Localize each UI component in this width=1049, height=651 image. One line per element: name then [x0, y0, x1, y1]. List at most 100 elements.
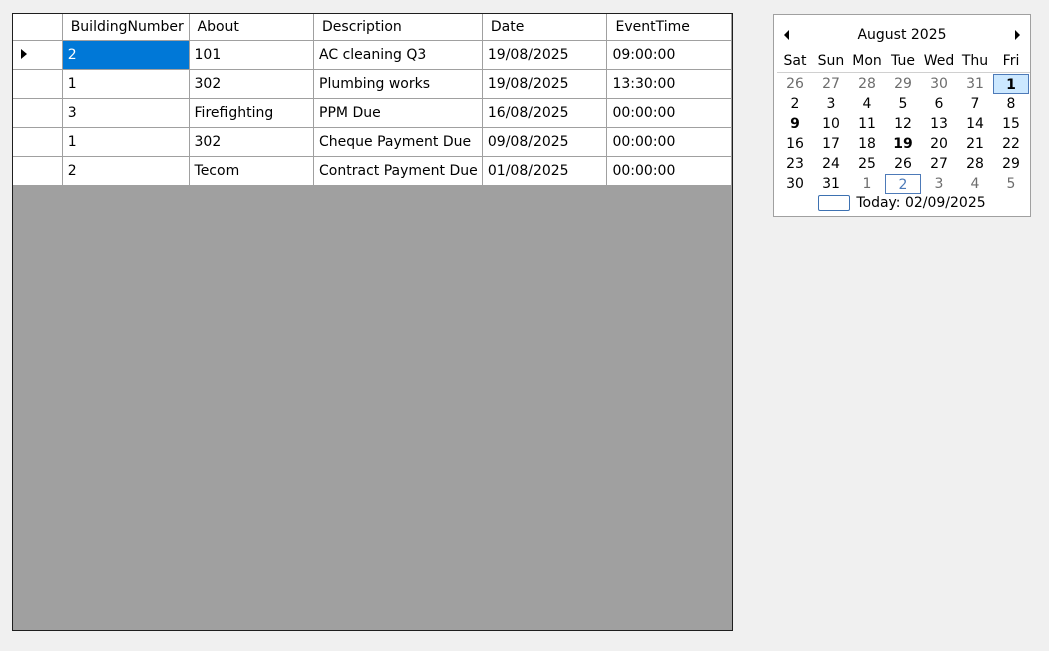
- calendar-day-selected[interactable]: 1: [993, 74, 1029, 94]
- today-label[interactable]: Today: 02/09/2025: [856, 195, 985, 211]
- cell-description[interactable]: Cheque Payment Due: [313, 127, 483, 157]
- today-footer[interactable]: Today: 02/09/2025: [774, 195, 1030, 211]
- header-row: BuildingNumber About Description Date Ev…: [13, 14, 732, 41]
- events-data-grid[interactable]: BuildingNumber About Description Date Ev…: [12, 13, 733, 631]
- row-header-corner[interactable]: [13, 14, 63, 41]
- calendar-day[interactable]: 26: [885, 154, 921, 174]
- month-calendar[interactable]: August 2025 Sat Sun Mon Tue Wed Thu Fri 26 27 28…: [773, 14, 1031, 217]
- calendar-day[interactable]: 3: [813, 94, 849, 114]
- calendar-day[interactable]: 2: [777, 94, 813, 114]
- row-header[interactable]: [13, 69, 63, 99]
- calendar-day[interactable]: 27: [921, 154, 957, 174]
- column-header-eventtime[interactable]: EventTime: [606, 14, 732, 41]
- calendar-day[interactable]: 7: [957, 94, 993, 114]
- calendar-day[interactable]: 29: [885, 74, 921, 94]
- calendar-day[interactable]: 15: [993, 114, 1029, 134]
- cell-date[interactable]: 19/08/2025: [481, 40, 608, 70]
- calendar-header: August 2025: [774, 15, 1030, 51]
- current-row-arrow-icon: [21, 49, 27, 59]
- cell-buildingnumber[interactable]: 3: [61, 98, 190, 128]
- calendar-day[interactable]: 10: [813, 114, 849, 134]
- calendar-day[interactable]: 21: [957, 134, 993, 154]
- cell-eventtime[interactable]: 09:00:00: [606, 40, 732, 70]
- cell-description[interactable]: Plumbing works: [313, 69, 483, 99]
- events-table: BuildingNumber About Description Date Ev…: [13, 14, 732, 186]
- cell-date[interactable]: 09/08/2025: [481, 127, 608, 157]
- calendar-day[interactable]: 13: [921, 114, 957, 134]
- calendar-day[interactable]: 30: [777, 174, 813, 194]
- calendar-day[interactable]: 19: [885, 134, 921, 154]
- cell-eventtime[interactable]: 00:00:00: [606, 156, 732, 186]
- calendar-day-today[interactable]: 2: [885, 174, 921, 194]
- row-header[interactable]: [13, 156, 63, 186]
- calendar-days-grid: 26 27 28 29 30 31 1 2 3 4 5 6 7 8 9 10 11 12 13 14 15 16 17 18 1…: [777, 74, 1030, 194]
- calendar-day[interactable]: 27: [813, 74, 849, 94]
- calendar-day[interactable]: 31: [957, 74, 993, 94]
- calendar-day[interactable]: 24: [813, 154, 849, 174]
- calendar-day[interactable]: 30: [921, 74, 957, 94]
- calendar-day[interactable]: 8: [993, 94, 1029, 114]
- calendar-day[interactable]: 14: [957, 114, 993, 134]
- weekday-label: Mon: [852, 53, 882, 69]
- cell-buildingnumber[interactable]: 1: [61, 127, 190, 157]
- calendar-day[interactable]: 4: [957, 174, 993, 194]
- calendar-day[interactable]: 28: [849, 74, 885, 94]
- table-row[interactable]: 2 Tecom Contract Payment Due 01/08/2025 …: [13, 156, 732, 186]
- cell-eventtime[interactable]: 13:30:00: [606, 69, 732, 99]
- table-row[interactable]: 2 101 AC cleaning Q3 19/08/2025 09:00:00: [13, 40, 732, 70]
- calendar-day[interactable]: 28: [957, 154, 993, 174]
- cell-about[interactable]: 101: [188, 40, 315, 70]
- cell-description[interactable]: Contract Payment Due: [313, 156, 483, 186]
- calendar-day[interactable]: 1: [849, 174, 885, 194]
- cell-about[interactable]: Tecom: [188, 156, 315, 186]
- cell-buildingnumber[interactable]: 1: [61, 69, 190, 99]
- calendar-day[interactable]: 17: [813, 134, 849, 154]
- calendar-day[interactable]: 25: [849, 154, 885, 174]
- column-header-date[interactable]: Date: [481, 14, 608, 41]
- calendar-day[interactable]: 5: [993, 174, 1029, 194]
- table-row[interactable]: 1 302 Cheque Payment Due 09/08/2025 00:0…: [13, 127, 732, 157]
- table-row[interactable]: 1 302 Plumbing works 19/08/2025 13:30:00: [13, 69, 732, 99]
- calendar-day[interactable]: 18: [849, 134, 885, 154]
- weekday-label: Tue: [891, 53, 915, 69]
- cell-eventtime[interactable]: 00:00:00: [606, 98, 732, 128]
- row-header[interactable]: [13, 127, 63, 157]
- cell-about[interactable]: Firefighting: [188, 98, 315, 128]
- column-header-about[interactable]: About: [188, 14, 315, 41]
- calendar-day[interactable]: 11: [849, 114, 885, 134]
- weekday-label: Sun: [817, 53, 845, 69]
- table-row[interactable]: 3 Firefighting PPM Due 16/08/2025 00:00:…: [13, 98, 732, 128]
- column-header-buildingnumber[interactable]: BuildingNumber: [61, 14, 190, 41]
- calendar-month-title[interactable]: August 2025: [774, 27, 1030, 43]
- calendar-day[interactable]: 4: [849, 94, 885, 114]
- calendar-day[interactable]: 20: [921, 134, 957, 154]
- cell-eventtime[interactable]: 00:00:00: [606, 127, 732, 157]
- cell-date[interactable]: 19/08/2025: [481, 69, 608, 99]
- row-header[interactable]: [13, 40, 63, 70]
- cell-description[interactable]: AC cleaning Q3: [313, 40, 483, 70]
- calendar-day[interactable]: 3: [921, 174, 957, 194]
- calendar-day[interactable]: 6: [921, 94, 957, 114]
- weekday-label: Fri: [1002, 53, 1020, 69]
- weekday-label: Wed: [923, 53, 955, 69]
- calendar-day[interactable]: 5: [885, 94, 921, 114]
- cell-date[interactable]: 01/08/2025: [481, 156, 608, 186]
- calendar-day[interactable]: 12: [885, 114, 921, 134]
- cell-description[interactable]: PPM Due: [313, 98, 483, 128]
- cell-date[interactable]: 16/08/2025: [481, 98, 608, 128]
- cell-buildingnumber[interactable]: 2: [61, 40, 190, 70]
- cell-about[interactable]: 302: [188, 69, 315, 99]
- weekday-label: Sat: [783, 53, 807, 69]
- cell-buildingnumber[interactable]: 2: [61, 156, 190, 186]
- calendar-day[interactable]: 29: [993, 154, 1029, 174]
- column-header-description[interactable]: Description: [313, 14, 483, 41]
- calendar-day[interactable]: 23: [777, 154, 813, 174]
- cell-about[interactable]: 302: [188, 127, 315, 157]
- calendar-day[interactable]: 31: [813, 174, 849, 194]
- calendar-day[interactable]: 16: [777, 134, 813, 154]
- calendar-day[interactable]: 22: [993, 134, 1029, 154]
- next-month-arrow-icon[interactable]: [1015, 30, 1020, 40]
- calendar-day[interactable]: 9: [777, 114, 813, 134]
- calendar-day[interactable]: 26: [777, 74, 813, 94]
- row-header[interactable]: [13, 98, 63, 128]
